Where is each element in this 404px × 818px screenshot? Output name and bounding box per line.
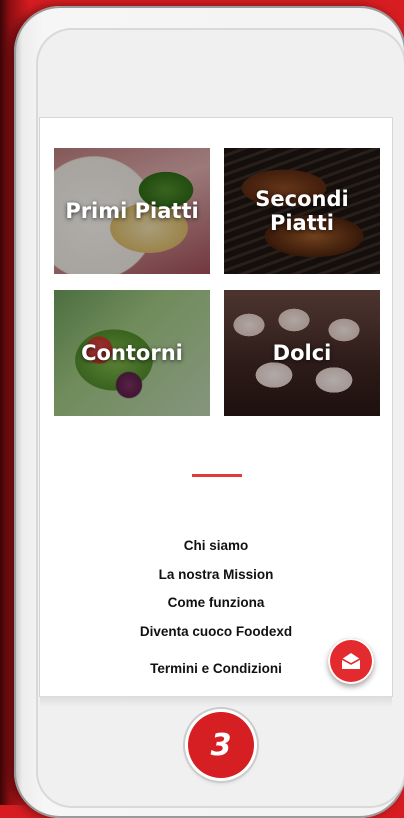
section-divider	[192, 474, 242, 477]
link-come-funziona[interactable]: Come funziona	[40, 593, 392, 622]
category-label: Dolci	[272, 341, 332, 365]
category-tile-primi-piatti[interactable]: Primi Piatti	[54, 148, 210, 274]
step-number: 3	[210, 727, 232, 763]
app-screen: Primi Piatti Secondi Piatti Contorni Dol…	[40, 118, 392, 696]
category-tile-dolci[interactable]: Dolci	[224, 290, 380, 416]
category-tile-secondi-piatti[interactable]: Secondi Piatti	[224, 148, 380, 274]
category-label: Contorni	[81, 341, 183, 365]
category-grid: Primi Piatti Secondi Piatti Contorni Dol…	[54, 148, 380, 416]
link-chi-siamo[interactable]: Chi siamo	[40, 536, 392, 565]
contact-fab-button[interactable]	[328, 638, 374, 684]
mail-open-icon	[341, 653, 361, 669]
screen-bottom-edge	[40, 696, 392, 708]
link-mission[interactable]: La nostra Mission	[40, 565, 392, 594]
category-label: Primi Piatti	[65, 199, 199, 223]
category-label: Secondi Piatti	[255, 187, 349, 235]
category-tile-contorni[interactable]: Contorni	[54, 290, 210, 416]
step-badge: 3	[188, 712, 254, 778]
